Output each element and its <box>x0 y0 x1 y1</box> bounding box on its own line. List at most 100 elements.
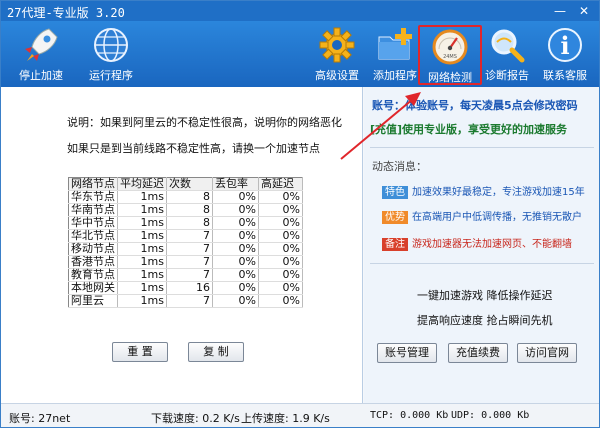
table-cell: 1ms <box>117 242 167 256</box>
node-table: 网络节点 平均延迟 次数 丢包率 高延迟 华东节点 1ms 8 0% 0% 华南节点 1ms… <box>68 177 303 308</box>
status-tcp: TCP: 0.000 Kb <box>370 410 449 421</box>
table-cell: 0% <box>212 216 259 230</box>
title-bar[interactable]: 27代理-专业版 3.20 — ✕ <box>1 1 599 21</box>
stop-acceleration-button[interactable]: 停止加速 <box>9 25 73 85</box>
status-download-speed: 下载速度: 0.2 K/s <box>151 412 240 425</box>
table-header-row: 网络节点 平均延迟 次数 丢包率 高延迟 <box>68 177 303 191</box>
node-table-body: 华东节点 1ms 8 0% 0% 华南节点 1ms 8 0% 0% 华中节点 1ms 8 0% 0% 华北节点… <box>68 190 303 308</box>
table-cell: 1ms <box>117 281 167 295</box>
news-title: 动态消息： <box>372 160 427 173</box>
table-cell: 7 <box>166 255 213 269</box>
status-udp: UDP: 0.000 Kb <box>451 410 530 421</box>
slogan-line-2: 提高响应速度 抢占瞬间先机 <box>417 314 553 327</box>
table-cell: 移动节点 <box>68 242 118 256</box>
table-cell: 1ms <box>117 229 167 243</box>
table-cell: 0% <box>258 216 303 230</box>
speedometer-icon: 24MS <box>432 29 468 65</box>
column-header-node[interactable]: 网络节点 <box>68 177 118 191</box>
news-item: 备注 游戏加速器无法加速网页、不能翻墙 <box>382 235 572 251</box>
account-notice: 账号：体验账号，每天凌晨5点会修改密码 <box>372 99 578 112</box>
table-cell: 0% <box>258 255 303 269</box>
table-row[interactable]: 教育节点 1ms 7 0% 0% <box>68 268 303 282</box>
table-cell: 0% <box>212 281 259 295</box>
table-row[interactable]: 华南节点 1ms 8 0% 0% <box>68 203 303 217</box>
column-header-loss[interactable]: 丢包率 <box>212 177 259 191</box>
globe-icon <box>94 28 128 62</box>
table-cell: 华中节点 <box>68 216 118 230</box>
copy-button[interactable]: 复 制 <box>188 342 244 362</box>
run-program-label: 运行程序 <box>89 69 133 82</box>
table-cell: 本地网关 <box>68 281 118 295</box>
column-header-count[interactable]: 次数 <box>166 177 213 191</box>
table-row[interactable]: 香港节点 1ms 7 0% 0% <box>68 255 303 269</box>
main-area: 说明：如果到阿里云的不稳定性很高，说明你的网络恶化 如果只是到当前线路不稳定性高… <box>1 87 599 403</box>
column-header-high-latency[interactable]: 高延迟 <box>258 177 303 191</box>
description-line-2: 如果只是到当前线路不稳定性高，请换一个加速节点 <box>67 142 320 155</box>
table-row[interactable]: 本地网关 1ms 16 0% 0% <box>68 281 303 295</box>
table-cell: 1ms <box>117 294 167 308</box>
table-cell: 0% <box>212 190 259 204</box>
table-cell: 1ms <box>117 190 167 204</box>
status-account: 账号: 27net <box>9 412 71 425</box>
table-cell: 华南节点 <box>68 203 118 217</box>
magnifier-icon <box>491 29 525 63</box>
table-cell: 7 <box>166 268 213 282</box>
table-cell: 0% <box>258 242 303 256</box>
info-panel: 账号：体验账号，每天凌晨5点会修改密码 [充值]使用专业版，享受更好的加速服务 … <box>364 87 599 403</box>
table-cell: 16 <box>166 281 213 295</box>
info-glyph: i <box>560 31 569 60</box>
table-cell: 8 <box>166 190 213 204</box>
diagnostic-report-button[interactable]: 诊断报告 <box>475 25 539 85</box>
contact-support-label: 联系客服 <box>543 69 587 82</box>
table-cell: 1ms <box>117 255 167 269</box>
table-cell: 华北节点 <box>68 229 118 243</box>
table-cell: 1ms <box>117 216 167 230</box>
table-cell: 0% <box>258 281 303 295</box>
table-cell: 0% <box>212 203 259 217</box>
run-program-button[interactable]: 运行程序 <box>79 25 143 85</box>
table-cell: 0% <box>258 268 303 282</box>
gauge-readout: 24MS <box>443 54 457 60</box>
table-cell: 1ms <box>117 268 167 282</box>
contact-support-button[interactable]: i 联系客服 <box>533 25 597 85</box>
table-row[interactable]: 华东节点 1ms 8 0% 0% <box>68 190 303 204</box>
table-cell: 0% <box>258 190 303 204</box>
news-item: 特色 加速效果好最稳定，专注游戏加速15年 <box>382 183 585 199</box>
close-button[interactable]: ✕ <box>573 3 595 19</box>
news-text: 游戏加速器无法加速网页、不能翻墙 <box>412 239 572 250</box>
table-cell: 香港节点 <box>68 255 118 269</box>
reset-button[interactable]: 重 置 <box>112 342 168 362</box>
news-tag: 特色 <box>382 186 408 199</box>
news-tag: 优势 <box>382 211 408 224</box>
app-window: 27代理-专业版 3.20 — ✕ 停止加速 运行程序 高级设置 添加程序 24… <box>0 0 600 428</box>
network-check-label: 网络检测 <box>428 71 472 84</box>
status-bar: 账号: 27net 下载速度: 0.2 K/s 上传速度: 1.9 K/s TC… <box>1 403 599 427</box>
recharge-button[interactable]: 充值续费 <box>448 343 508 363</box>
news-text: 在高端用户中低调传播，无推销无散户 <box>412 212 582 223</box>
network-check-button[interactable]: 24MS 网络检测 <box>418 25 482 85</box>
table-cell: 0% <box>258 203 303 217</box>
window-title: 27代理-专业版 3.20 <box>7 6 125 20</box>
visit-website-button[interactable]: 访问官网 <box>517 343 577 363</box>
table-row[interactable]: 华北节点 1ms 7 0% 0% <box>68 229 303 243</box>
description-line-1: 说明：如果到阿里云的不稳定性很高，说明你的网络恶化 <box>67 116 342 129</box>
table-cell: 华东节点 <box>68 190 118 204</box>
table-row[interactable]: 阿里云 1ms 7 0% 0% <box>68 294 303 308</box>
table-cell: 8 <box>166 216 213 230</box>
toolbar: 停止加速 运行程序 高级设置 添加程序 24MS 网络检测 诊断报告 i 联系客… <box>1 21 599 87</box>
table-cell: 7 <box>166 229 213 243</box>
table-cell: 0% <box>212 255 259 269</box>
recharge-promo-link[interactable]: [充值]使用专业版，享受更好的加速服务 <box>370 121 567 137</box>
table-cell: 7 <box>166 294 213 308</box>
table-row[interactable]: 华中节点 1ms 8 0% 0% <box>68 216 303 230</box>
minimize-button[interactable]: — <box>549 3 571 19</box>
news-tag: 备注 <box>382 238 408 251</box>
advanced-settings-button[interactable]: 高级设置 <box>305 25 369 85</box>
table-cell: 1ms <box>117 203 167 217</box>
table-cell: 8 <box>166 203 213 217</box>
column-header-latency[interactable]: 平均延迟 <box>117 177 167 191</box>
info-icon: i <box>548 28 582 62</box>
table-row[interactable]: 移动节点 1ms 7 0% 0% <box>68 242 303 256</box>
account-management-button[interactable]: 账号管理 <box>377 343 437 363</box>
table-cell: 0% <box>212 229 259 243</box>
